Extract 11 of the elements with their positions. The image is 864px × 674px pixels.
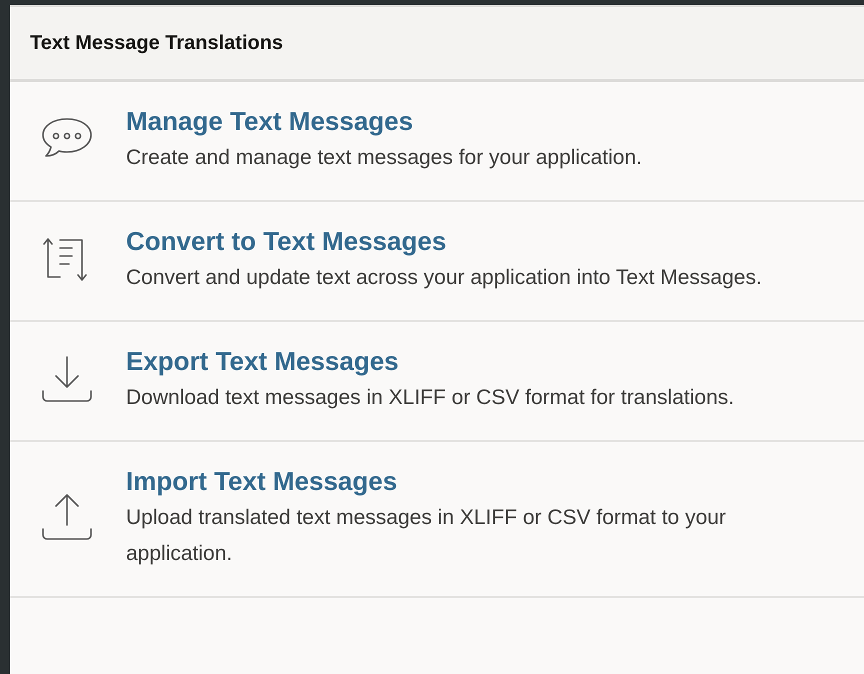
panel-title: Text Message Translations [30, 31, 284, 56]
item-description: Create and manage text messages for your application. [126, 145, 642, 171]
item-link[interactable]: Manage Text Messages [126, 102, 414, 140]
download-icon [40, 354, 94, 404]
upload-icon [40, 492, 94, 542]
item-link[interactable]: Export Text Messages [126, 342, 399, 380]
item-description: Download text messages in XLIFF or CSV format for translations. [126, 385, 734, 411]
item-description: Upload translated text messages in XLIFF or CSV format to your application. [126, 505, 727, 567]
item-link[interactable]: Import Text Messages [126, 462, 398, 500]
item-description: Convert and update text across your application into Text Messages. [126, 265, 762, 291]
item-link[interactable]: Convert to Text Messages [126, 222, 446, 260]
